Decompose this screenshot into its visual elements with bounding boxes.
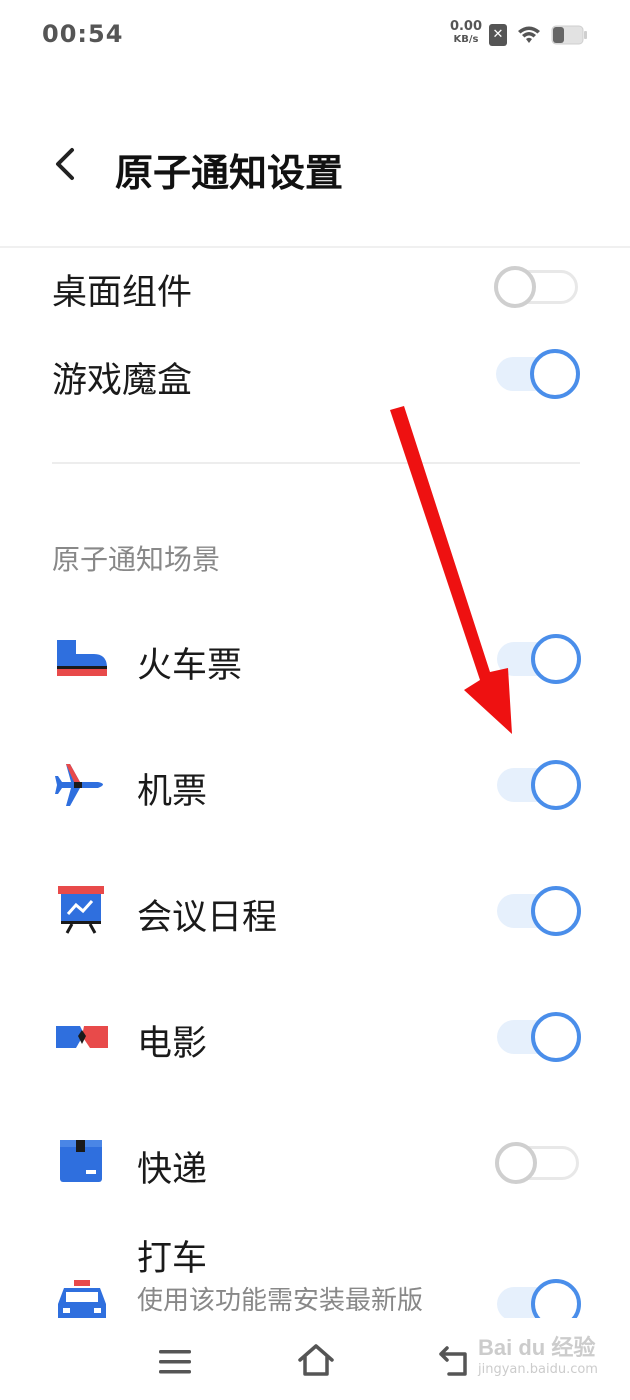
network-speed-unit: KB/s xyxy=(453,34,479,45)
scene-row-flight[interactable]: 机票 xyxy=(0,756,630,816)
movie-toggle[interactable] xyxy=(497,1012,583,1062)
scene-label: 机票 xyxy=(137,772,208,812)
flight-toggle[interactable] xyxy=(497,760,583,810)
game-box-toggle[interactable] xyxy=(496,349,582,399)
meeting-board-icon xyxy=(58,886,104,934)
network-speed: 0.00 KB/s xyxy=(447,20,485,46)
scene-label: 会议日程 xyxy=(137,898,278,938)
toggle-knob xyxy=(494,266,536,308)
menu-icon[interactable] xyxy=(158,1348,192,1376)
network-speed-value: 0.00 xyxy=(449,19,483,34)
watermark-logo: Bai du 经验 xyxy=(478,1335,596,1360)
toggle-knob xyxy=(495,1142,537,1184)
train-icon xyxy=(57,640,107,676)
wifi-icon xyxy=(518,26,540,43)
toggle-knob xyxy=(531,886,581,936)
setting-label: 游戏魔盒 xyxy=(52,361,193,401)
annotation-arrow xyxy=(390,406,512,734)
scene-label: 打车 xyxy=(137,1239,208,1279)
watermark-url: jingyan.baidu.com xyxy=(478,1362,598,1377)
setting-label: 桌面组件 xyxy=(52,273,193,313)
toggle-knob xyxy=(530,349,580,399)
scene-row-movie[interactable]: 电影 xyxy=(0,1008,630,1068)
scene-row-express[interactable]: 快递 xyxy=(0,1134,630,1194)
package-icon xyxy=(60,1140,102,1182)
no-sim-icon: ✕ xyxy=(489,24,507,46)
scene-row-train[interactable]: 火车票 xyxy=(0,630,630,690)
movie-glasses-icon xyxy=(56,1026,108,1048)
status-time: 00:54 xyxy=(42,20,124,48)
airplane-icon xyxy=(55,764,103,806)
home-icon[interactable] xyxy=(296,1342,336,1378)
section-title: 原子通知场景 xyxy=(52,543,221,576)
status-bar: 00:54 0.00 KB/s ✕ xyxy=(0,0,630,70)
meeting-toggle[interactable] xyxy=(497,886,583,936)
watermark: Bai du 经验 jingyan.baidu.com xyxy=(478,1330,626,1396)
setting-row-game-box[interactable]: 游戏魔盒 xyxy=(0,346,630,406)
scene-label: 火车票 xyxy=(137,646,243,686)
toggle-knob xyxy=(531,760,581,810)
scene-label: 快递 xyxy=(137,1150,208,1190)
battery-icon xyxy=(551,25,587,45)
setting-row-desktop-widget[interactable]: 桌面组件 xyxy=(0,258,630,318)
page-header: 原子通知设置 xyxy=(0,70,630,248)
page-title: 原子通知设置 xyxy=(115,151,344,195)
scene-label: 电影 xyxy=(137,1024,208,1064)
chevron-left-icon[interactable] xyxy=(50,146,80,182)
express-toggle[interactable] xyxy=(495,1138,581,1188)
back-nav-icon[interactable] xyxy=(437,1342,473,1378)
toggle-knob xyxy=(531,634,581,684)
toggle-knob xyxy=(531,1012,581,1062)
scene-row-meeting[interactable]: 会议日程 xyxy=(0,882,630,942)
desktop-widget-toggle[interactable] xyxy=(494,262,580,312)
